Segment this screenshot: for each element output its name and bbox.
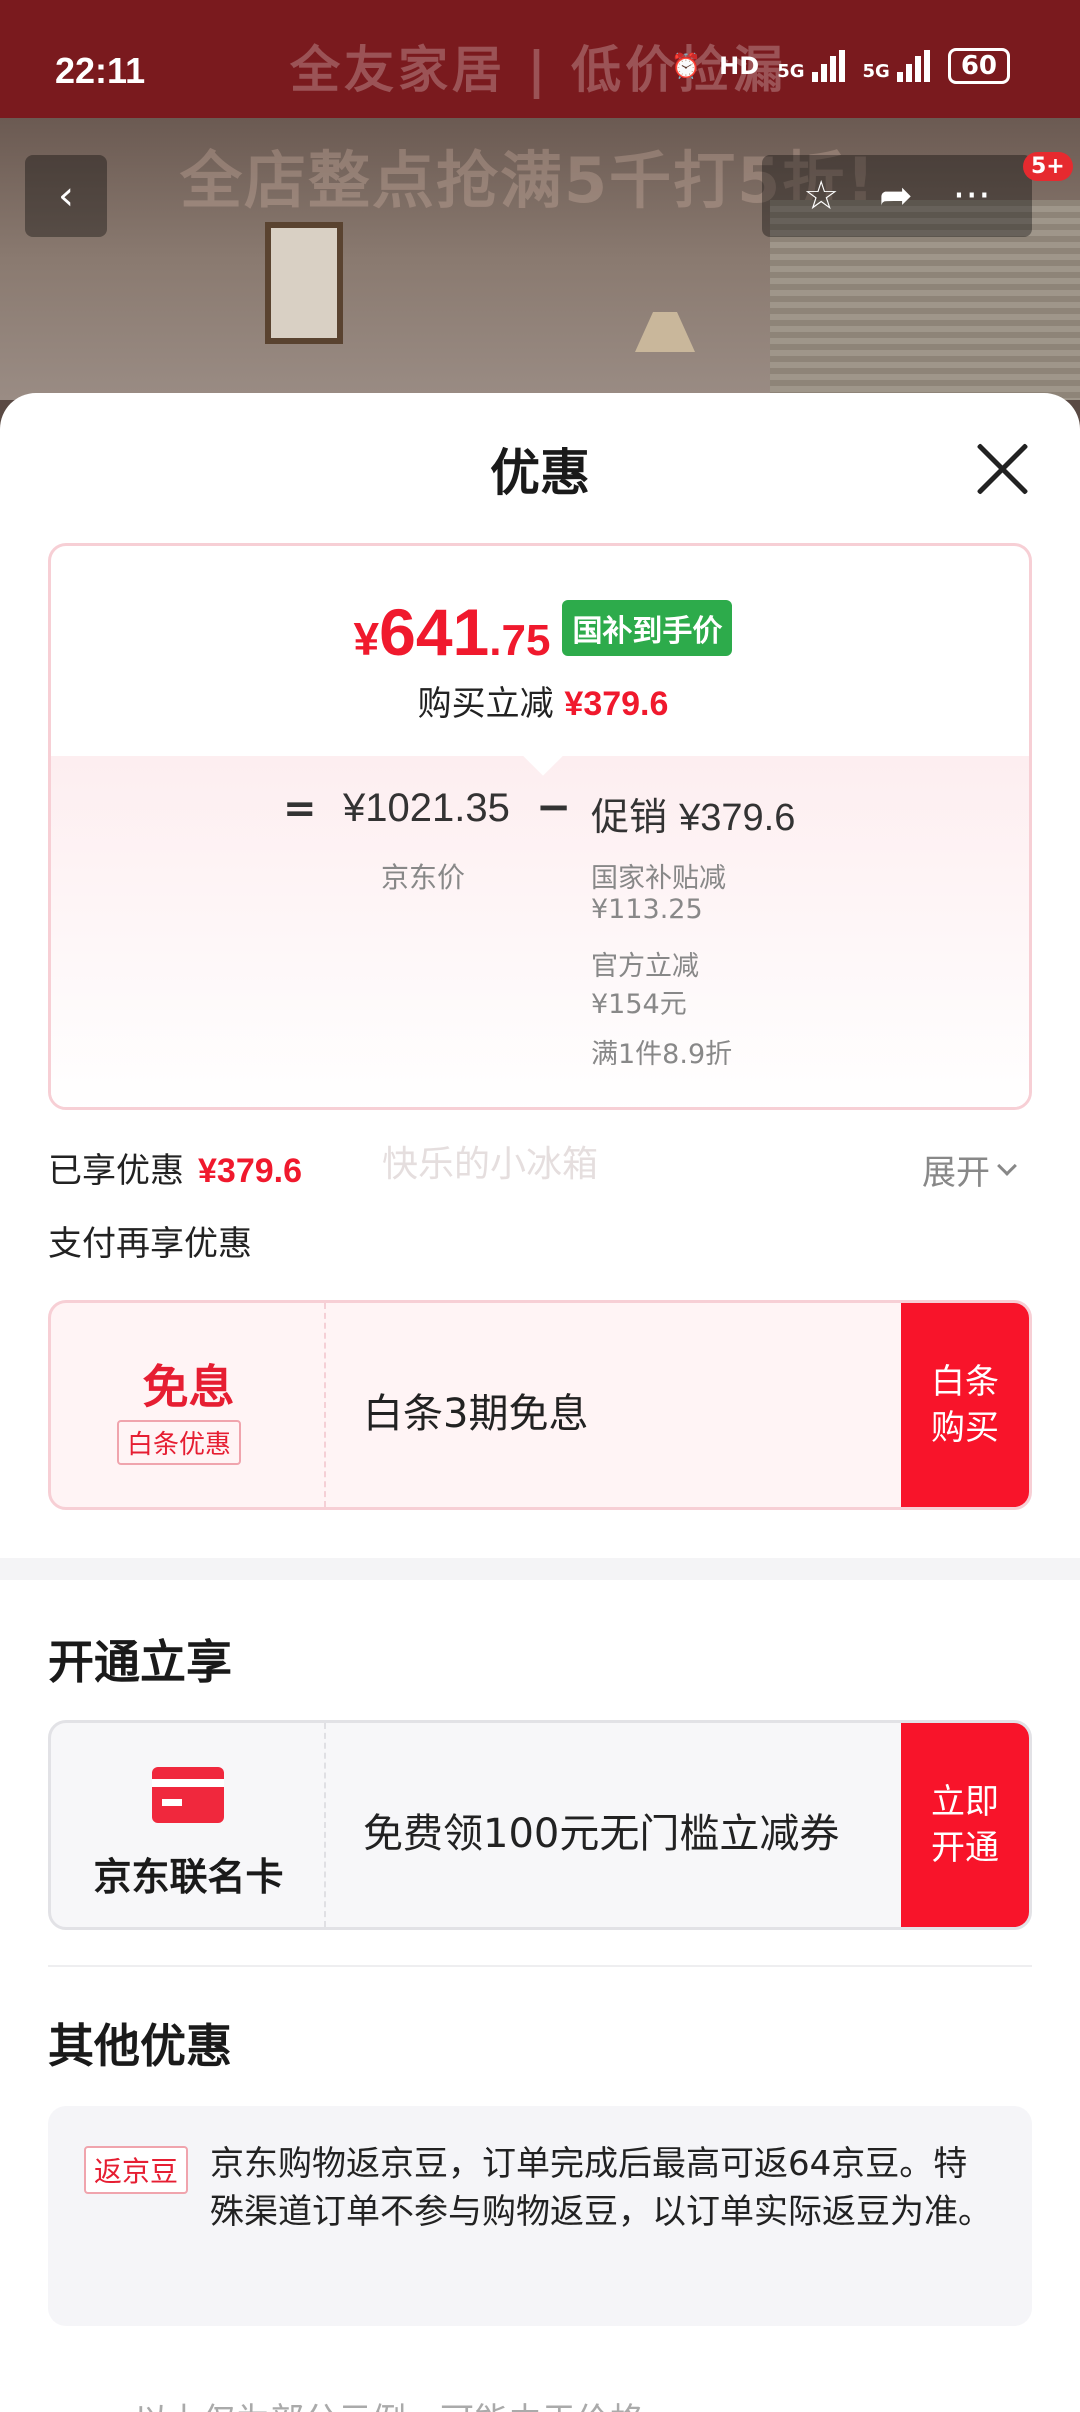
- star-icon[interactable]: ☆: [803, 173, 839, 219]
- close-icon[interactable]: [975, 441, 1031, 497]
- equals-sign: =: [283, 786, 317, 832]
- open-now-button[interactable]: 立即开通: [901, 1723, 1029, 1927]
- final-price-row: ¥641.75 国补到手价: [51, 594, 1029, 670]
- buy-reduce-value: ¥379.6: [564, 685, 669, 723]
- alarm-icon: ⏰: [671, 52, 702, 80]
- buy-reduce-line: 购买立减 ¥379.6: [417, 684, 669, 724]
- more-icon[interactable]: ···: [953, 173, 991, 219]
- promo-total: 促销 ¥379.6: [591, 795, 796, 839]
- interest-free-label: 免息: [142, 1360, 235, 1414]
- battery-icon: 60: [947, 48, 1010, 84]
- price-formula: = ¥1021.35 京东价 − 促销 ¥379.6 国家补贴减 ¥113.25…: [51, 736, 1029, 1107]
- jingdou-rebate-card: 返京豆 京东购物返京豆，订单完成后最高可返64京豆。特殊渠道订单不参与购物返豆，…: [48, 2106, 1032, 2326]
- discount-sheet: 优惠 ¥641.75 国补到手价 购买立减 ¥379.6 = ¥1021.35 京…: [0, 393, 1080, 2412]
- back-button[interactable]: ‹: [25, 155, 107, 237]
- baitiao-discount-tag: 白条优惠: [117, 1420, 242, 1465]
- chevron-left-icon: ‹: [58, 173, 74, 219]
- expand-toggle[interactable]: 展开: [922, 1145, 1017, 1194]
- subsidy-price-tag: 国补到手价: [562, 600, 733, 656]
- promo-detail-line: 满1件8.9折: [591, 1039, 733, 1070]
- enjoyed-discount: 已享优惠 ¥379.6: [48, 1151, 302, 1191]
- other-section-title: 其他优惠: [48, 2019, 232, 2073]
- cobrand-card-name: 京东联名卡: [93, 1855, 284, 1899]
- pay-more-label: 支付再享优惠: [48, 1224, 252, 1264]
- status-icons: ⏰ HD 5G 5G 60: [671, 48, 1010, 84]
- cobrand-card-desc: 免费领100元无门槛立减券: [363, 1811, 840, 1857]
- pendant-lamp: [635, 312, 695, 352]
- cobrand-card-badge: 京东联名卡: [51, 1723, 326, 1927]
- jingdou-tag: 返京豆: [84, 2146, 189, 2194]
- message-badge: 5+: [1023, 152, 1073, 181]
- top-right-actions: ☆ ➦ ···: [762, 155, 1032, 237]
- credit-card-icon: [152, 1767, 224, 1823]
- wall-picture-frame: [265, 222, 343, 344]
- sheet-title: 优惠: [490, 444, 590, 502]
- price-breakdown-card: ¥641.75 国补到手价 购买立减 ¥379.6 = ¥1021.35 京东价 …: [48, 543, 1032, 1110]
- jingdou-text: 京东购物返京豆，订单完成后最高可返64京豆。特殊渠道订单不参与购物返豆，以订单实…: [210, 2144, 992, 2232]
- status-time: 22:11: [55, 50, 146, 91]
- final-price: ¥641.75: [353, 595, 551, 669]
- bottom-note: …以上仅为部分示例，可能由于价格…: [100, 2393, 678, 2412]
- cobrand-card-offer: 京东联名卡 免费领100元无门槛立减券 立即开通: [48, 1720, 1032, 1930]
- signal-icon-2: 5G: [863, 50, 930, 82]
- baitiao-offer-card: 免息 白条优惠 白条3期免息 白条购买: [48, 1300, 1032, 1510]
- promo-detail-line: ¥154元: [591, 989, 687, 1020]
- promo-detail-line: 官方立减: [591, 951, 699, 982]
- price-summary: ¥641.75 国补到手价 购买立减 ¥379.6: [51, 546, 1029, 756]
- baitiao-buy-button[interactable]: 白条购买: [901, 1303, 1029, 1507]
- share-icon[interactable]: ➦: [879, 173, 913, 219]
- divider-line: [48, 1965, 1032, 1967]
- hd-icon: HD: [719, 52, 760, 80]
- open-section-title: 开通立享: [48, 1635, 232, 1689]
- minus-sign: −: [536, 782, 572, 831]
- jd-price-label: 京东价: [381, 861, 466, 894]
- baitiao-desc: 白条3期免息: [363, 1391, 589, 1437]
- chevron-down-icon: [997, 1155, 1017, 1176]
- status-bar: 22:11 ⏰ HD 5G 5G 60: [0, 0, 1080, 118]
- baitiao-badge-area: 免息 白条优惠: [51, 1303, 326, 1507]
- watermark: 快乐的小冰箱: [382, 1144, 599, 1185]
- jd-price: ¥1021.35: [343, 786, 510, 830]
- signal-icon: 5G: [777, 50, 845, 82]
- section-divider: [0, 1558, 1080, 1580]
- promo-detail-line: 国家补贴减: [591, 863, 726, 894]
- promo-detail-line: ¥113.25: [591, 894, 703, 925]
